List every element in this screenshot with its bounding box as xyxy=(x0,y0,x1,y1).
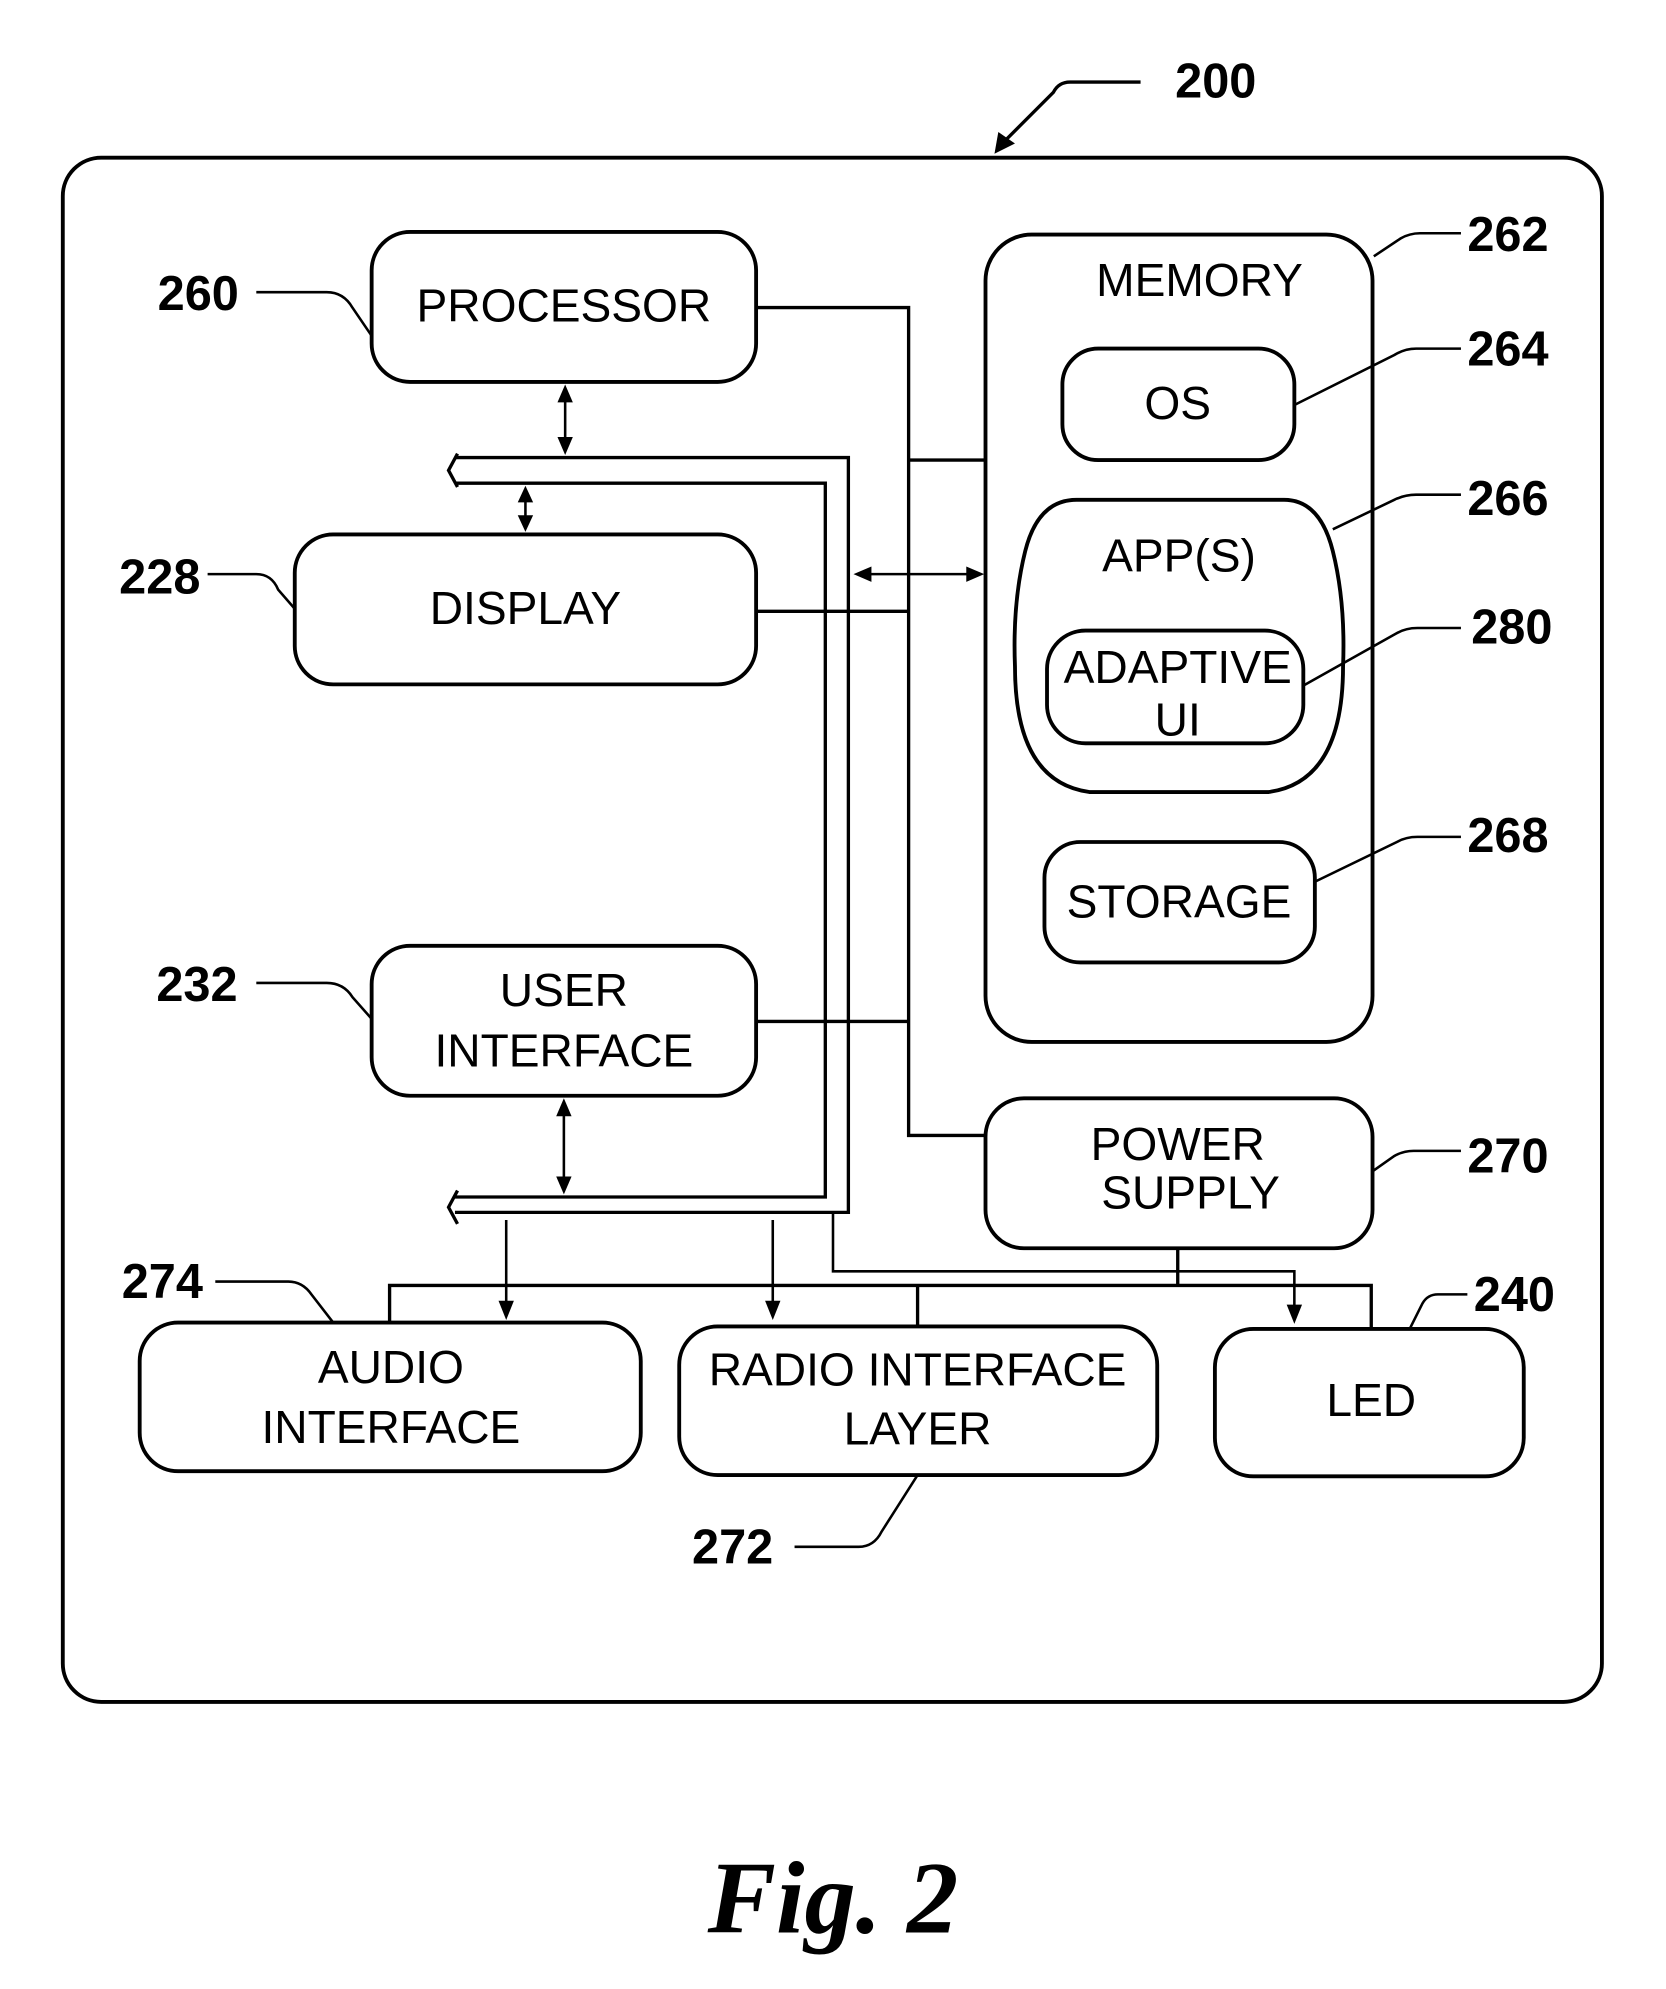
ref-200: 200 xyxy=(1175,54,1256,108)
power-supply-label-2: SUPPLY xyxy=(1101,1167,1280,1219)
display-bus-arrow xyxy=(517,485,534,532)
audio-interface-label-1: AUDIO xyxy=(318,1341,464,1393)
ref-260: 260 xyxy=(158,267,239,321)
leader-232 xyxy=(256,981,373,1020)
ref-264: 264 xyxy=(1467,322,1548,376)
memory-label: MEMORY xyxy=(1096,254,1303,306)
processor-label: PROCESSOR xyxy=(417,280,712,332)
upper-bus xyxy=(446,452,851,1225)
leader-266 xyxy=(1332,493,1461,531)
leader-260 xyxy=(256,290,373,337)
bus-to-radio-arrow xyxy=(765,1220,781,1321)
ref-280: 280 xyxy=(1471,600,1552,654)
leader-264 xyxy=(1293,347,1461,407)
user-interface-bus-arrow xyxy=(556,1098,572,1195)
leader-272 xyxy=(794,1474,919,1549)
ref-274: 274 xyxy=(122,1255,203,1309)
ref-272: 272 xyxy=(692,1521,773,1575)
bus-to-audio-arrow xyxy=(498,1220,514,1321)
radio-interface-layer-label-2: LAYER xyxy=(844,1402,992,1454)
leader-262 xyxy=(1373,231,1461,258)
leader-200 xyxy=(1000,80,1141,145)
leader-240 xyxy=(1408,1293,1468,1330)
memory-bus-arrow xyxy=(853,566,985,582)
leader-228 xyxy=(207,572,296,610)
leader-270 xyxy=(1371,1149,1461,1173)
ref-266: 266 xyxy=(1467,472,1548,526)
apps-label: APP(S) xyxy=(1102,530,1256,582)
ref-228: 228 xyxy=(119,550,200,604)
processor-bus-arrow xyxy=(557,384,573,455)
radio-interface-layer-label-1: RADIO INTERFACE xyxy=(709,1343,1127,1395)
figure-caption: Fig. 2 xyxy=(707,1843,959,1956)
adaptive-ui-label-2: UI xyxy=(1155,694,1201,746)
ref-270: 270 xyxy=(1467,1130,1548,1184)
ref-240: 240 xyxy=(1474,1268,1555,1322)
power-supply-label-1: POWER xyxy=(1091,1118,1265,1170)
leader-268 xyxy=(1314,835,1461,883)
bus-to-led-arrow xyxy=(831,1212,1303,1324)
ref-232: 232 xyxy=(156,958,237,1012)
storage-label: STORAGE xyxy=(1067,876,1292,928)
ref-268: 268 xyxy=(1467,809,1548,863)
led-label: LED xyxy=(1326,1374,1416,1426)
ref-262: 262 xyxy=(1467,208,1548,262)
block-diagram: 200 PROCESSOR 260 DISPLAY 228 USER INTER… xyxy=(60,54,1604,1956)
audio-interface-label-2: INTERFACE xyxy=(261,1401,520,1453)
adaptive-ui-label-1: ADAPTIVE xyxy=(1064,641,1292,693)
leader-274 xyxy=(215,1280,335,1324)
user-interface-label-1: USER xyxy=(500,964,628,1016)
leader-280 xyxy=(1302,626,1461,687)
user-interface-label-2: INTERFACE xyxy=(434,1024,693,1076)
os-label: OS xyxy=(1144,377,1211,429)
display-label: DISPLAY xyxy=(430,582,621,634)
